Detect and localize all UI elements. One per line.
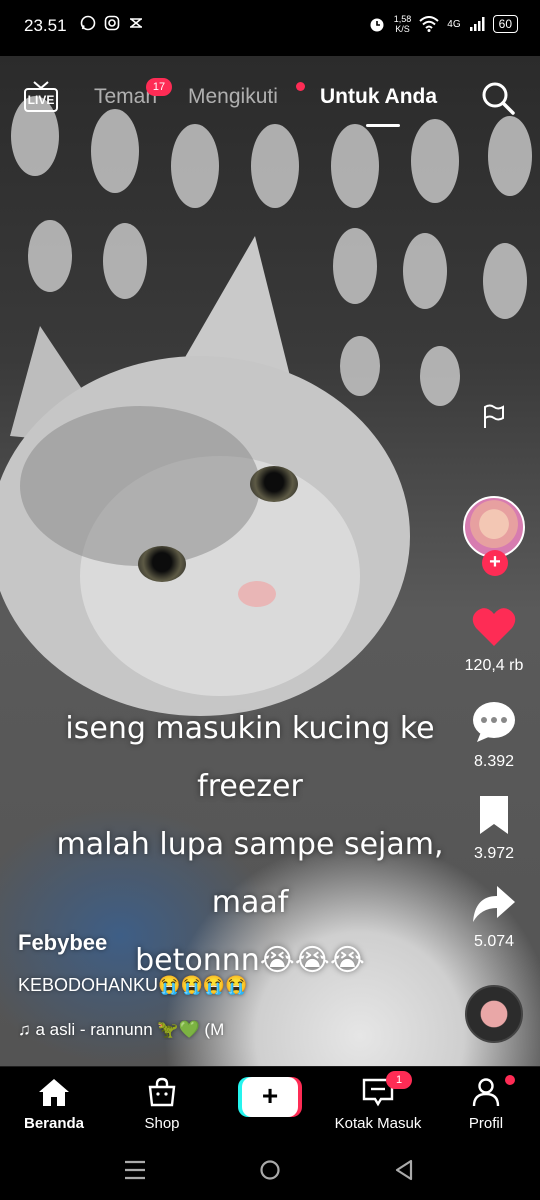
whatsapp-icon — [80, 15, 96, 31]
alarm-icon — [370, 18, 384, 32]
system-navigation-bar — [0, 1140, 540, 1200]
inbox-badge: 1 — [386, 1071, 412, 1089]
music-title[interactable]: ♫ a asli - rannunn 🦖💚 (M — [18, 1020, 298, 1040]
network-type: 4G — [447, 18, 461, 30]
follow-button[interactable]: + — [482, 550, 508, 576]
like-action[interactable]: 120,4 rb — [454, 606, 534, 675]
top-navigation: LIVE Teman 17 Mengikuti Untuk Anda — [0, 56, 540, 146]
kitten-image — [0, 236, 410, 716]
kitten-eye-right — [250, 466, 298, 502]
nav-home-label: Beranda — [23, 1115, 85, 1132]
back-triangle-icon[interactable] — [394, 1159, 414, 1181]
nav-inbox[interactable]: Kotak Masuk — [330, 1077, 426, 1132]
live-label: LIVE — [24, 88, 58, 112]
home-icon — [39, 1079, 69, 1106]
active-tab-indicator — [366, 124, 400, 127]
nav-profile-label: Profil — [468, 1115, 504, 1132]
bookmark-icon — [480, 796, 508, 834]
like-count: 120,4 rb — [464, 657, 524, 674]
signal-icon — [469, 17, 485, 31]
home-circle-icon[interactable] — [259, 1159, 281, 1181]
net-speed-unit: K/S — [395, 24, 410, 34]
video-description[interactable]: KEBODOHANKU😭😭😭😭 — [18, 975, 248, 996]
plus-icon: + — [242, 1077, 298, 1117]
nav-profile[interactable]: Profil — [456, 1077, 516, 1132]
net-speed: 1,58 K/S — [394, 14, 412, 34]
kitten-eye-left — [138, 546, 186, 582]
overlay-line: malah lupa sampe sejam, maaf — [56, 827, 444, 920]
heart-icon — [472, 608, 516, 646]
create-button[interactable]: + — [238, 1077, 302, 1117]
search-icon[interactable] — [480, 80, 516, 116]
profile-notification-dot — [505, 1075, 515, 1085]
nav-inbox-label: Kotak Masuk — [334, 1115, 422, 1132]
wifi-icon — [419, 16, 439, 32]
creator-avatar[interactable] — [463, 496, 525, 558]
tab-for-you[interactable]: Untuk Anda — [320, 85, 437, 109]
nav-shop-label: Shop — [144, 1115, 180, 1132]
recent-apps-icon[interactable] — [124, 1160, 146, 1180]
friends-badge: 17 — [146, 78, 172, 96]
notification-icons — [80, 15, 144, 31]
author-name[interactable]: Febybee — [18, 930, 107, 956]
music-disc[interactable] — [465, 985, 523, 1043]
instagram-icon — [104, 15, 120, 31]
tab-following[interactable]: Mengikuti — [188, 85, 278, 109]
status-right: 1,58 K/S 4G 60 — [368, 14, 518, 34]
live-button[interactable]: LIVE — [24, 81, 60, 114]
battery-indicator: 60 — [492, 15, 518, 33]
net-speed-value: 1,58 — [393, 14, 412, 24]
person-icon — [472, 1078, 500, 1107]
nav-shop[interactable]: Shop — [130, 1077, 194, 1132]
nav-home[interactable]: Beranda — [22, 1077, 86, 1132]
status-bar: 23.51 1,58 K/S 4G 60 — [0, 0, 540, 56]
capcut-icon — [130, 18, 142, 28]
status-time: 23.51 — [24, 16, 67, 35]
overlay-line: iseng masukin kucing ke freezer — [65, 711, 435, 804]
report-flag-icon[interactable] — [482, 404, 506, 430]
bottom-navigation: Beranda Shop + Kotak Masuk 1 Profil — [0, 1066, 540, 1141]
following-dot — [296, 82, 305, 91]
kitten-nose — [238, 581, 276, 607]
shopping-bag-icon — [148, 1077, 176, 1107]
